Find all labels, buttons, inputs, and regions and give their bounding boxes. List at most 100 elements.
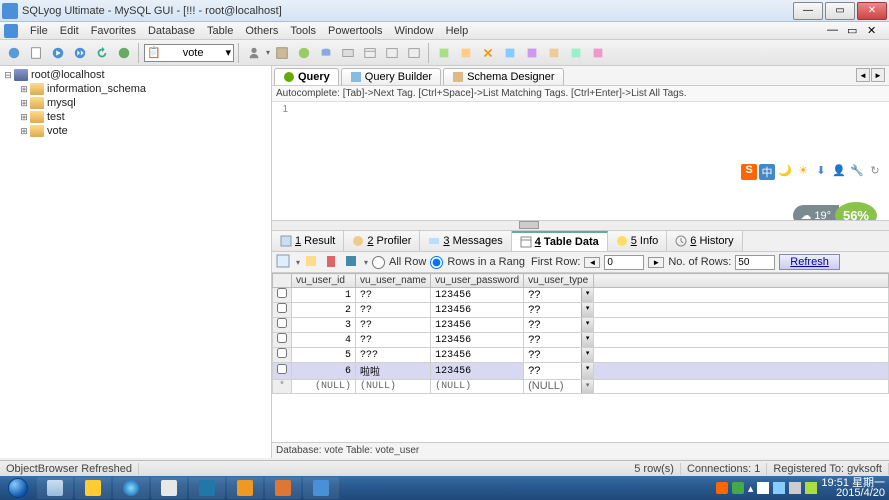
num-rows-input[interactable]	[735, 255, 775, 270]
row-checkbox[interactable]	[277, 318, 287, 328]
tab-history[interactable]: 6 History	[667, 231, 742, 251]
mdi-minimize-button[interactable]: —	[827, 24, 845, 38]
tab-info[interactable]: 5 Info	[608, 231, 668, 251]
grid-view-icon[interactable]	[276, 254, 292, 270]
new-query-icon[interactable]	[26, 43, 46, 63]
taskbar-item[interactable]	[75, 477, 111, 499]
tree-db-item[interactable]: ⊞ information_schema	[2, 82, 269, 96]
table-row[interactable]: 3??123456??▾	[273, 318, 889, 333]
tray-network-icon[interactable]	[773, 482, 785, 494]
menu-tools[interactable]: Tools	[284, 23, 322, 39]
menu-powertools[interactable]: Powertools	[322, 23, 388, 39]
table-row[interactable]: 6啦啦123456??▾	[273, 363, 889, 380]
row-checkbox[interactable]	[277, 288, 287, 298]
taskbar-item[interactable]	[303, 477, 339, 499]
menu-edit[interactable]: Edit	[54, 23, 85, 39]
data-grid[interactable]: vu_user_id vu_user_name vu_user_password…	[272, 273, 889, 394]
menu-window[interactable]: Window	[388, 23, 439, 39]
sogou-icon[interactable]: S	[741, 164, 757, 180]
expand-icon[interactable]: ⊞	[18, 112, 30, 123]
taskbar-item[interactable]	[151, 477, 187, 499]
dropdown-icon[interactable]: ▾	[581, 363, 593, 379]
tray-volume-icon[interactable]	[789, 482, 801, 494]
save-icon[interactable]	[344, 254, 360, 270]
table-row[interactable]: 2??123456??▾	[273, 303, 889, 318]
system-tray[interactable]: ▴ 19:51 星期一 2015/4/20	[716, 478, 889, 498]
maximize-button[interactable]: ▭	[825, 2, 855, 20]
rows-range-radio[interactable]	[430, 256, 443, 269]
col-header[interactable]: vu_user_name	[356, 274, 431, 288]
all-rows-radio[interactable]	[372, 256, 385, 269]
menu-others[interactable]: Others	[239, 23, 284, 39]
tab-query[interactable]: Query	[274, 68, 339, 85]
delete-row-icon[interactable]	[324, 254, 340, 270]
table-row[interactable]: 5???123456??▾	[273, 348, 889, 363]
tool-icon[interactable]	[272, 43, 292, 63]
sql-editor[interactable]: 1 S 中 🌙 ☀ ⬇ 👤 🔧 ↻ ☁ 19° 56%	[272, 102, 889, 220]
tray-icon[interactable]	[732, 482, 744, 494]
tool-icon[interactable]	[382, 43, 402, 63]
col-header[interactable]: vu_user_type	[524, 274, 594, 288]
user-manager-icon[interactable]	[244, 43, 264, 63]
row-checkbox[interactable]	[277, 333, 287, 343]
col-header[interactable]: vu_user_password	[431, 274, 524, 288]
ime-lang-icon[interactable]: 中	[759, 164, 775, 180]
taskbar-item[interactable]	[37, 477, 73, 499]
expand-icon[interactable]: ⊞	[18, 126, 30, 137]
table-row-new[interactable]: *(NULL)(NULL)(NULL)(NULL)▾	[273, 380, 889, 394]
sun-icon[interactable]: ☀	[795, 164, 811, 180]
dropdown-icon[interactable]: ▾	[581, 348, 593, 362]
page-next-icon[interactable]: ►	[648, 257, 664, 268]
mdi-system-icon[interactable]	[4, 24, 18, 38]
tool-icon[interactable]	[294, 43, 314, 63]
database-selector[interactable]: 📋vote▾	[144, 44, 234, 62]
tool-icon[interactable]	[456, 43, 476, 63]
dropdown-icon[interactable]: ▾	[581, 303, 593, 317]
col-header[interactable]: vu_user_id	[292, 274, 356, 288]
row-checkbox[interactable]	[277, 364, 287, 374]
taskbar-item[interactable]	[265, 477, 301, 499]
menu-favorites[interactable]: Favorites	[85, 23, 142, 39]
taskbar-item[interactable]	[189, 477, 225, 499]
tray-up-icon[interactable]: ▴	[748, 482, 754, 495]
tool-icon[interactable]	[566, 43, 586, 63]
expand-icon[interactable]: ⊞	[18, 84, 30, 95]
tab-profiler[interactable]: 2 Profiler	[344, 231, 420, 251]
tab-table-data[interactable]: 4 Table Data	[512, 231, 608, 251]
mdi-close-button[interactable]: ✕	[867, 24, 885, 38]
tree-db-item[interactable]: ⊞ mysql	[2, 96, 269, 110]
close-button[interactable]: ✕	[857, 2, 887, 20]
tool-icon[interactable]	[338, 43, 358, 63]
new-connection-icon[interactable]	[4, 43, 24, 63]
tool-icon[interactable]	[434, 43, 454, 63]
table-row[interactable]: 4??123456??▾	[273, 333, 889, 348]
menu-help[interactable]: Help	[440, 23, 475, 39]
execute-icon[interactable]	[48, 43, 68, 63]
tool-icon[interactable]	[360, 43, 380, 63]
start-button[interactable]	[0, 476, 36, 500]
tool-icon[interactable]	[544, 43, 564, 63]
tab-nav-prev[interactable]: ◄	[856, 68, 870, 82]
execute-all-icon[interactable]	[70, 43, 90, 63]
dropdown-icon[interactable]: ▾	[581, 288, 593, 302]
tab-messages[interactable]: 3 Messages	[420, 231, 511, 251]
sync-icon[interactable]: ↻	[867, 164, 883, 180]
tray-icon[interactable]	[805, 482, 817, 494]
menu-file[interactable]: File	[24, 23, 54, 39]
tab-schema-designer[interactable]: Schema Designer	[443, 68, 563, 85]
settings-icon[interactable]: 🔧	[849, 164, 865, 180]
tool-icon[interactable]	[404, 43, 424, 63]
tray-icon[interactable]	[716, 482, 728, 494]
editor-hscrollbar[interactable]	[272, 220, 889, 230]
tool-icon[interactable]	[522, 43, 542, 63]
download-icon[interactable]: ⬇	[813, 164, 829, 180]
dropdown-icon[interactable]: ▾	[581, 318, 593, 332]
taskbar-clock[interactable]: 19:51 星期一 2015/4/20	[821, 478, 885, 498]
page-prev-icon[interactable]: ◄	[584, 257, 600, 268]
expand-icon[interactable]: ⊞	[18, 98, 30, 109]
tab-query-builder[interactable]: Query Builder	[341, 68, 441, 85]
first-row-input[interactable]	[604, 255, 644, 270]
tool-icon[interactable]	[478, 43, 498, 63]
refresh-icon[interactable]	[92, 43, 112, 63]
tab-nav-next[interactable]: ►	[871, 68, 885, 82]
